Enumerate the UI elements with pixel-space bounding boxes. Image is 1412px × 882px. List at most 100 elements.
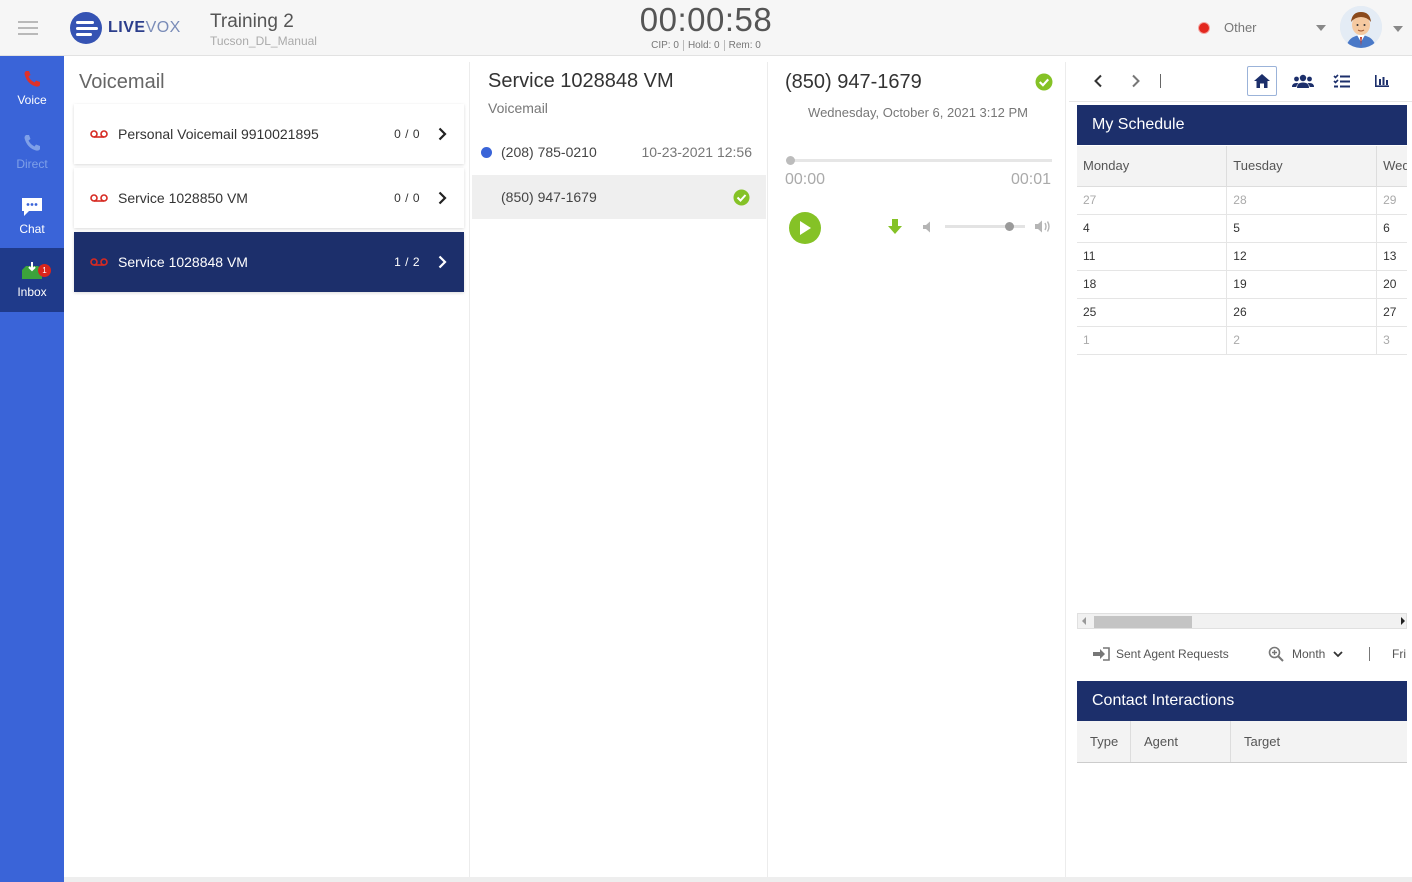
voicemail-icon [90,257,108,267]
campaign-name: Training 2 [210,11,294,32]
call-timer: 00:00:58 CIP: 0 Hold: 0 Rem: 0 [606,0,806,51]
calendar-week-row: 27 28 29 [1077,186,1407,215]
messages-title: Service 1028848 VM [488,70,674,92]
calendar-day-cell[interactable]: 5 [1226,214,1378,243]
calendar-day-cell[interactable]: 4 [1077,214,1228,243]
phone-icon [24,135,40,151]
calendar-day-cell[interactable]: 1 [1077,326,1228,355]
chevron-left-icon [1094,74,1102,88]
volume-low-icon[interactable] [922,220,936,234]
chevron-right-icon [432,127,452,141]
column-header-agent[interactable]: Agent [1131,721,1231,762]
volume-slider[interactable] [945,222,1025,231]
voicemail-box-label: Service 1028850 VM [118,190,248,206]
volume-high-icon[interactable] [1034,219,1052,234]
fri-label: Fri [1392,647,1406,661]
avatar-chevron-down-icon[interactable] [1393,26,1403,32]
calendar-day-cell[interactable]: 20 [1376,270,1407,299]
tasks-button[interactable] [1327,66,1357,96]
messages-panel: Service 1028848 VM Voicemail (208) 785-0… [472,62,768,878]
campaign-subtitle: Tucson_DL_Manual [210,34,317,48]
view-select[interactable]: Month [1268,646,1343,662]
checklist-icon [1333,74,1350,88]
calendar-week-row: 18 19 20 [1077,270,1407,299]
chevron-right-icon [432,255,452,269]
calendar-day-header: Wed [1376,146,1407,187]
schedule-calendar: Monday Tuesday Wed 27 28 29 4 5 6 11 12 13 18 19 20… [1077,146,1407,356]
nav-chat-label: Chat [19,222,45,236]
calendar-day-cell[interactable]: 13 [1376,242,1407,271]
cip-count: CIP: 0 [651,40,679,51]
chat-icon [22,198,42,216]
column-header-type[interactable]: Type [1077,721,1131,762]
calendar-day-cell[interactable]: 28 [1226,186,1378,215]
calendar-day-cell[interactable]: 18 [1077,270,1228,299]
calendar-day-cell[interactable]: 6 [1376,214,1407,243]
scrollbar-thumb[interactable] [1094,616,1192,628]
calendar-day-cell[interactable]: 27 [1376,298,1407,327]
calendar-day-cell[interactable]: 27 [1077,186,1228,215]
menu-button[interactable] [0,0,56,55]
scroll-right-icon[interactable] [1401,617,1405,625]
horizontal-scrollbar[interactable] [1077,613,1407,629]
livevox-logo-icon [70,12,102,44]
forward-button[interactable] [1121,66,1151,96]
nav-voice[interactable]: Voice [0,56,64,120]
message-date: 10-23-2021 12:56 [641,144,752,160]
contact-interactions-table-header: Type Agent Target [1077,721,1407,763]
voicemail-box-item-selected[interactable]: Service 1028848 VM 1 / 2 [74,232,464,292]
chevron-right-icon [432,191,452,205]
stats-button[interactable] [1367,66,1397,96]
back-button[interactable] [1083,66,1113,96]
voicemail-icon [90,129,108,139]
call-stats: CIP: 0 Hold: 0 Rem: 0 [606,40,806,51]
bar-chart-icon [1375,75,1389,87]
voicemail-panel: Voicemail Personal Voicemail 9910021895 … [68,62,470,878]
player-number: (850) 947-1679 [785,71,922,93]
progress-handle[interactable] [786,156,795,165]
calendar-week-row: 25 26 27 [1077,298,1407,327]
calendar-day-cell[interactable]: 12 [1226,242,1378,271]
calendar-day-cell[interactable]: 19 [1226,270,1378,299]
hold-count: Hold: 0 [682,40,724,51]
footer-divider [1369,647,1370,661]
voicemail-box-label: Personal Voicemail 9910021895 [118,126,319,142]
nav-inbox[interactable]: 1 Inbox [0,248,64,312]
playback-progress-bar[interactable] [786,156,1052,165]
nav-chat[interactable]: Chat [0,184,64,248]
scroll-left-icon[interactable] [1082,617,1086,625]
volume-handle[interactable] [1005,222,1014,231]
status-dropdown[interactable]: Other [1198,20,1326,35]
message-row[interactable]: (208) 785-0210 10-23-2021 12:56 [472,130,766,174]
voicemail-box-item[interactable]: Service 1028850 VM 0 / 0 [74,168,464,228]
calendar-day-cell[interactable]: 25 [1077,298,1228,327]
toolbar-divider [1160,74,1161,88]
rem-count: Rem: 0 [723,40,765,51]
avatar[interactable] [1340,6,1382,48]
top-bar: LIVEVOX Training 2 Tucson_DL_Manual 00:0… [0,0,1412,56]
contact-interactions-header: Contact Interactions [1077,681,1407,721]
calendar-week-row: 456 [1077,214,1407,243]
home-button[interactable] [1247,66,1277,96]
player-date: Wednesday, October 6, 2021 3:12 PM [808,105,1028,120]
play-button[interactable] [789,212,821,244]
voicemail-box-item[interactable]: Personal Voicemail 9910021895 0 / 0 [74,104,464,164]
bottom-edge [64,877,1412,882]
team-button[interactable] [1288,66,1318,96]
nav-direct[interactable]: Direct [0,120,64,184]
play-icon [800,221,811,235]
home-icon [1254,74,1270,88]
calendar-week-row: 11 12 13 [1077,242,1407,271]
message-row-selected[interactable]: (850) 947-1679 [472,175,766,219]
message-number: (850) 947-1679 [501,189,597,205]
column-header-target[interactable]: Target [1231,721,1407,762]
calendar-day-cell[interactable]: 3 [1376,326,1407,355]
calendar-day-cell[interactable]: 11 [1077,242,1228,271]
calendar-day-cell[interactable]: 26 [1226,298,1378,327]
calendar-day-cell[interactable]: 2 [1226,326,1378,355]
sent-requests-button[interactable]: Sent Agent Requests [1092,647,1229,661]
hamburger-icon [18,20,38,35]
calendar-week-row: 123 [1077,326,1407,355]
download-icon[interactable] [887,218,903,235]
calendar-day-cell[interactable]: 29 [1376,186,1407,215]
